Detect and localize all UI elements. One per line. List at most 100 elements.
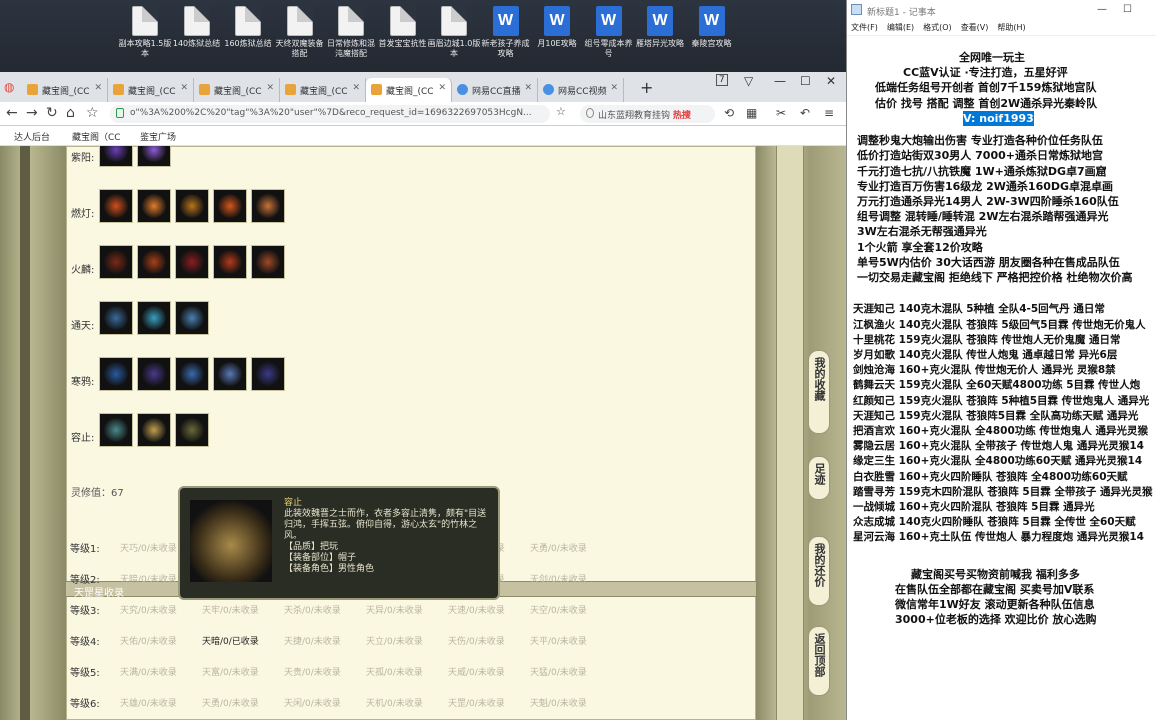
browser-tab[interactable]: 网易CC视频 ✕ xyxy=(538,78,624,102)
notepad-line: 剑烛沧海 160+克火混队 传世炮无价人 通异光 灵猴8禁 xyxy=(853,364,1116,377)
notepad-menu-item[interactable]: 文件(F) xyxy=(851,23,878,32)
browser-logo-icon[interactable]: ◍ xyxy=(4,80,14,94)
equipment-slot[interactable] xyxy=(175,301,209,335)
desktop-icon[interactable]: W 新老孩子养成攻略 xyxy=(479,4,533,59)
collection-entry: 天猛/0/未收录 xyxy=(530,668,587,678)
desktop-icon[interactable]: 日常修炼和混沌魔搭配 xyxy=(324,4,378,59)
bookmark-item[interactable]: 藏宝阁（CC xyxy=(72,130,121,143)
equipment-slot[interactable] xyxy=(175,245,209,279)
equipment-slot[interactable] xyxy=(175,189,209,223)
refresh-icon[interactable]: ↻ xyxy=(46,105,58,121)
desktop-icon[interactable]: W 月10E攻略 xyxy=(530,4,584,49)
side-button[interactable]: 返回顶部 xyxy=(808,626,830,696)
equipment-slot[interactable] xyxy=(175,357,209,391)
browser-tab[interactable]: 藏宝阁_(CC ✕ xyxy=(108,78,194,102)
new-tab-button[interactable]: + xyxy=(640,78,653,97)
extensions-icon[interactable]: ▽ xyxy=(744,74,753,88)
minimize-icon[interactable]: — xyxy=(774,74,786,88)
bookmark-star-icon[interactable]: ☆ xyxy=(556,105,566,118)
notepad-line: 踏雪寻芳 159克木四阶混队 苍狼阵 5目霖 全带孩子 通异光灵猴 xyxy=(853,485,1153,498)
desktop-icon[interactable]: 160炼狱总结 xyxy=(221,4,275,49)
tooltip-role: 【装备角色】男性角色 xyxy=(284,564,375,574)
collection-entry: 天孤/0/未收录 xyxy=(366,668,423,678)
side-button[interactable]: 足迹 xyxy=(808,456,830,500)
equipment-slot[interactable] xyxy=(213,189,247,223)
notepad-line: 低端任务组号开创者 首创7千159炼狱地宫队 xyxy=(875,81,1097,95)
equipment-slot[interactable] xyxy=(137,146,171,167)
back-icon[interactable]: ← xyxy=(6,105,18,121)
notepad-line: 调整秒鬼大炮输出伤害 专业打造各种价位任务队伍 xyxy=(857,134,1103,148)
notepad-menu-item[interactable]: 格式(O) xyxy=(923,23,952,32)
desktop-icon[interactable]: 天终双魔装备搭配 xyxy=(273,4,327,59)
search-box[interactable]: 山东蓝翔教育挂钩 热搜 xyxy=(580,105,715,123)
scissors-icon[interactable]: ✂ xyxy=(776,106,786,120)
file-icon xyxy=(338,6,364,36)
tab-close-icon[interactable]: ✕ xyxy=(610,83,618,93)
desktop-icon[interactable]: 140炼狱总结 xyxy=(170,4,224,49)
equipment-slot[interactable] xyxy=(213,245,247,279)
equipment-slot[interactable] xyxy=(175,413,209,447)
menu-icon[interactable]: ≡ xyxy=(824,106,834,120)
equipment-slot[interactable] xyxy=(137,245,171,279)
side-button[interactable]: 我的收藏 xyxy=(808,350,830,434)
tooltip-desc: 此装效魏晋之士而作，衣者多容止清隽，颇有"目送归鸿，手挥五弦。俯仰自得，游心太玄… xyxy=(284,509,487,541)
equipment-slot[interactable] xyxy=(99,301,133,335)
browser-tab[interactable]: 藏宝阁_(CC ✕ xyxy=(366,78,452,102)
browser-tab[interactable]: 藏宝阁_(CC ✕ xyxy=(280,78,366,102)
desktop-icon[interactable]: 副本攻略1.5版本 xyxy=(118,4,172,59)
equipment-slot[interactable] xyxy=(137,189,171,223)
desktop-icon[interactable]: 画眉边城1.0版本 xyxy=(427,4,481,59)
bookmark-item[interactable]: 鉴宝广场 xyxy=(140,130,176,143)
favorite-star-icon[interactable]: ☆ xyxy=(86,105,99,121)
desktop-icon[interactable]: 首发宝宝抗性 xyxy=(376,4,430,49)
equipment-slot[interactable] xyxy=(99,189,133,223)
tab-close-icon[interactable]: ✕ xyxy=(266,83,274,93)
equipment-slot[interactable] xyxy=(213,357,247,391)
equipment-icon xyxy=(256,250,280,274)
sync-icon[interactable]: ⟲ xyxy=(724,106,734,120)
tab-count-badge[interactable]: 7 xyxy=(716,74,728,86)
side-button[interactable]: 我的还价 xyxy=(808,536,830,606)
equipment-slot[interactable] xyxy=(251,357,285,391)
equipment-icon xyxy=(218,194,242,218)
equipment-slot[interactable] xyxy=(99,357,133,391)
equipment-slot[interactable] xyxy=(137,357,171,391)
desktop-icon[interactable]: W 雁塔异光攻略 xyxy=(633,4,687,49)
browser-tab[interactable]: 网易CC直播 ✕ xyxy=(452,78,538,102)
slot-row-label: 燃灯: xyxy=(71,209,95,220)
equipment-slot[interactable] xyxy=(99,413,133,447)
side-button-label: 足迹 xyxy=(813,463,826,485)
tab-close-icon[interactable]: ✕ xyxy=(524,83,532,93)
browser-tab[interactable]: 藏宝阁_(CC ✕ xyxy=(194,78,280,102)
home-icon[interactable]: ⌂ xyxy=(66,105,75,121)
tab-close-icon[interactable]: ✕ xyxy=(352,83,360,93)
equipment-slot[interactable] xyxy=(137,413,171,447)
forward-icon[interactable]: → xyxy=(26,105,38,121)
grid-icon[interactable]: ▦ xyxy=(746,106,757,120)
desktop-icon[interactable]: W 组号零成本养号 xyxy=(582,4,636,59)
maximize-icon[interactable]: ☐ xyxy=(800,74,811,88)
equipment-slot[interactable] xyxy=(251,245,285,279)
equipment-slot[interactable] xyxy=(137,301,171,335)
equipment-slot[interactable] xyxy=(99,245,133,279)
browser-tab[interactable]: 藏宝阁_(CC ✕ xyxy=(22,78,108,102)
tab-close-icon[interactable]: ✕ xyxy=(94,83,102,93)
notepad-menu-item[interactable]: 帮助(H) xyxy=(997,23,1025,32)
tab-label: 藏宝阁_(CC xyxy=(128,87,176,97)
notepad-menu-item[interactable]: 编辑(E) xyxy=(887,23,914,32)
notepad-maximize-icon[interactable]: ☐ xyxy=(1123,4,1132,15)
close-window-icon[interactable]: ✕ xyxy=(826,74,836,88)
notepad-minimize-icon[interactable]: — xyxy=(1097,4,1107,15)
notepad-line: 天涯知己 140克木混队 5种植 全队4-5回气丹 通日常 xyxy=(853,303,1105,316)
equipment-icon xyxy=(180,250,204,274)
bookmark-item[interactable]: 达人后台 xyxy=(14,130,50,143)
url-field[interactable]: o"%3A%200%2C%20"tag"%3A%20"user"%7D&reco… xyxy=(110,105,550,123)
notepad-text-area[interactable]: 全网唯一玩主 CC蓝V认证 ·专注打造，五星好评 低端任务组号开创者 首创7千159… xyxy=(847,38,1156,720)
equipment-slot[interactable] xyxy=(99,146,133,167)
tab-close-icon[interactable]: ✕ xyxy=(180,83,188,93)
notepad-menu-item[interactable]: 查看(V) xyxy=(961,23,989,32)
desktop-icon[interactable]: W 秦陵宫攻略 xyxy=(685,4,739,49)
tab-close-icon[interactable]: ✕ xyxy=(438,83,446,93)
equipment-slot[interactable] xyxy=(251,189,285,223)
undo-icon[interactable]: ↶ xyxy=(800,106,810,120)
